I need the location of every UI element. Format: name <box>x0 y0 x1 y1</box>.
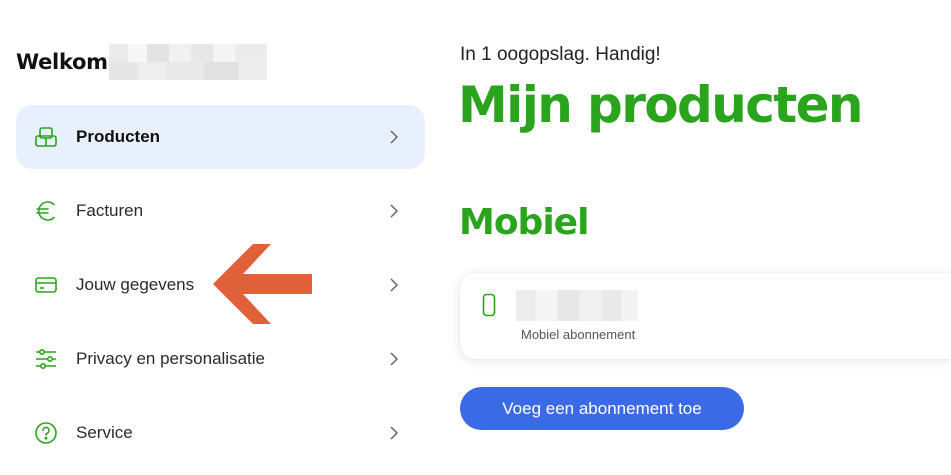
sidebar-item-label: Service <box>76 423 133 442</box>
sidebar-item-facturen[interactable]: Facturen <box>16 179 425 243</box>
euro-icon <box>34 199 58 223</box>
sliders-icon <box>34 347 58 371</box>
welcome-text: Welkom <box>16 50 108 74</box>
sidebar-item-label: Facturen <box>76 201 144 220</box>
add-subscription-button[interactable]: Voeg een abonnement toe <box>460 387 744 430</box>
sidebar-item-label: Privacy en personalisatie <box>76 349 265 368</box>
page-title: Mijn producten <box>458 76 863 134</box>
sidebar-item-service[interactable]: Service <box>16 401 425 465</box>
pointer-arrow-icon <box>213 244 312 324</box>
product-name-redacted <box>516 290 638 321</box>
card-icon <box>34 273 58 297</box>
chevron-right-icon <box>389 425 401 441</box>
section-title-mobiel: Mobiel <box>459 202 589 243</box>
sidebar-item-label: Producten <box>76 127 161 146</box>
sidebar-item-label: Jouw gegevens <box>76 275 195 294</box>
products-icon <box>34 125 58 149</box>
chevron-right-icon <box>389 203 401 219</box>
help-icon <box>34 421 58 445</box>
sidebar-item-privacy[interactable]: Privacy en personalisatie <box>16 327 425 391</box>
product-subtitle: Mobiel abonnement <box>521 327 636 342</box>
phone-icon <box>482 293 496 322</box>
sidebar-item-producten[interactable]: Producten <box>16 105 425 169</box>
chevron-right-icon <box>389 129 401 145</box>
user-name-redacted <box>108 44 267 80</box>
tagline: In 1 oogopslag. Handig! <box>460 44 661 65</box>
product-card-mobiel[interactable]: Mobiel abonnement <box>460 273 951 359</box>
chevron-right-icon <box>389 277 401 293</box>
chevron-right-icon <box>389 351 401 367</box>
welcome-heading: Welkom <box>16 44 267 80</box>
